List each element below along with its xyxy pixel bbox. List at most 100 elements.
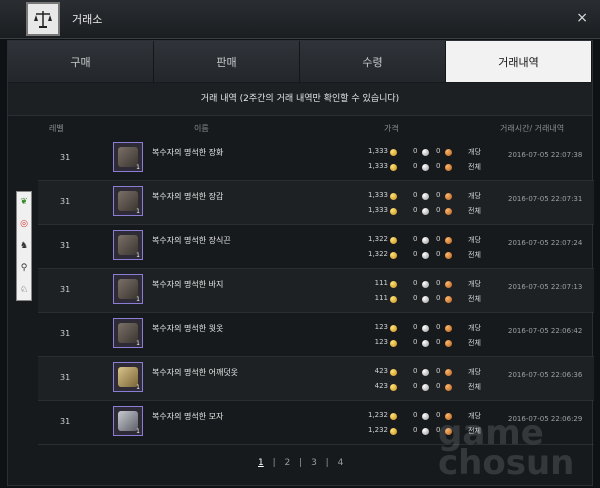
copper-coin-icon [445,149,452,156]
column-header-price: 가격 [384,124,399,133]
table-row[interactable]: 31 1 복수자의 명석한 바지 111 0 0 개당 111 0 0 전체 2… [38,269,594,313]
silver-amount: 0 [413,279,418,287]
gloves-icon[interactable]: 1 [113,186,143,216]
silver-amount: 0 [413,382,418,390]
close-icon[interactable]: × [576,10,588,26]
total-label: 전체 [468,383,481,391]
gold-coin-icon [390,325,397,332]
tab-bar: 구매 판매 수령 거래내역 [8,41,592,82]
gold-coin-icon [390,369,397,376]
silver-coin-icon [422,340,429,347]
silver-amount: 0 [413,147,418,155]
unit-label: 개당 [468,280,481,288]
unit-price: 423 0 0 개당 [338,367,498,379]
trade-time: 2016-07-05 22:07:38 [508,151,583,159]
side-toolbar: ❦ ◎ ♞ ⚲ ♘ [16,191,32,301]
gold-coin-icon [390,296,397,303]
horse-icon[interactable]: ♞ [18,240,30,252]
unit-price: 111 0 0 개당 [338,279,498,291]
silver-amount: 0 [413,338,418,346]
item-level: 31 [60,417,71,426]
unit-price: 1,322 0 0 개당 [338,235,498,247]
copper-amount: 0 [436,382,441,390]
unit-price: 123 0 0 개당 [338,323,498,335]
total-label: 전체 [468,163,481,171]
chest-armor-icon[interactable]: 1 [113,318,143,348]
copper-amount: 0 [436,323,441,331]
mount-icon[interactable]: ♘ [18,284,30,296]
copper-coin-icon [445,296,452,303]
copper-amount: 0 [436,250,441,258]
silver-coin-icon [422,325,429,332]
watermark-logo: game chosun [438,413,575,483]
total-price: 111 0 0 전체 [338,294,498,306]
item-quantity: 1 [136,164,140,171]
copper-coin-icon [445,237,452,244]
history-notice: 거래 내역 (2주간의 거래 내역만 확인할 수 있습니다) [8,83,592,116]
unit-price-gold: 1,232 [367,411,388,419]
unit-price: 1,333 0 0 개당 [338,147,498,159]
page-3[interactable]: 3 [311,458,317,468]
gold-coin-icon [390,208,397,215]
tab-buy[interactable]: 구매 [8,41,154,82]
tab-receive[interactable]: 수령 [300,41,446,82]
copper-amount: 0 [436,338,441,346]
total-price-gold: 423 [374,382,388,390]
silver-coin-icon [422,428,429,435]
window-title: 거래소 [72,13,103,26]
pagination: 1 | 2 | 3 | 4 [258,458,349,468]
silver-coin-icon [422,296,429,303]
boots-icon[interactable]: 1 [113,142,143,172]
copper-coin-icon [445,164,452,171]
page-4[interactable]: 4 [338,458,344,468]
unit-price-gold: 1,333 [367,191,388,199]
gold-coin-icon [390,413,397,420]
table-row[interactable]: 31 1 복수자의 명석한 장갑 1,333 0 0 개당 1,333 0 0 … [38,181,594,225]
copper-amount: 0 [436,147,441,155]
table-row[interactable]: 31 1 복수자의 명석한 장식끈 1,322 0 0 개당 1,322 0 0… [38,225,594,269]
unit-price: 1,333 0 0 개당 [338,191,498,203]
copper-amount: 0 [436,294,441,302]
table-row[interactable]: 31 1 복수자의 명석한 어깨덧옷 423 0 0 개당 423 0 0 전체… [38,357,594,401]
gold-coin-icon [390,193,397,200]
belt-icon[interactable]: 1 [113,230,143,260]
pants-icon[interactable]: 1 [113,274,143,304]
window-titlebar: 거래소 × [0,0,600,39]
gold-coin-icon [390,340,397,347]
lifebuoy-icon[interactable]: ◎ [18,218,30,230]
silver-coin-icon [422,193,429,200]
silver-amount: 0 [413,191,418,199]
silver-coin-icon [422,208,429,215]
table-row[interactable]: 31 1 복수자의 명석한 윗옷 123 0 0 개당 123 0 0 전체 2… [38,313,594,357]
trade-time: 2016-07-05 22:06:36 [508,371,583,379]
silver-amount: 0 [413,323,418,331]
gold-coin-icon [390,237,397,244]
tab-sell[interactable]: 판매 [154,41,300,82]
item-level: 31 [60,197,71,206]
total-price: 423 0 0 전체 [338,382,498,394]
tab-history[interactable]: 거래내역 [446,41,592,82]
total-price: 1,333 0 0 전체 [338,162,498,174]
search-icon[interactable]: ⚲ [18,262,30,274]
gold-coin-icon [390,384,397,391]
silver-amount: 0 [413,294,418,302]
table-row[interactable]: 31 1 복수자의 명석한 장화 1,333 0 0 개당 1,333 0 0 … [38,137,594,181]
shoulder-armor-icon[interactable]: 1 [113,362,143,392]
helmet-icon[interactable]: 1 [113,406,143,436]
copper-coin-icon [445,325,452,332]
silver-coin-icon [422,281,429,288]
page-2[interactable]: 2 [285,458,291,468]
copper-amount: 0 [436,279,441,287]
gold-coin-icon [390,164,397,171]
total-price-gold: 111 [374,294,388,302]
page-1[interactable]: 1 [258,458,264,468]
pagination-separator: | [272,458,276,468]
column-header-level: 레벨 [49,124,64,133]
copper-coin-icon [445,252,452,259]
total-price: 1,322 0 0 전체 [338,250,498,262]
pagination-separator: | [299,458,303,468]
leaf-icon[interactable]: ❦ [18,196,30,208]
silver-coin-icon [422,413,429,420]
total-price-gold: 1,333 [367,162,388,170]
item-quantity: 1 [136,208,140,215]
